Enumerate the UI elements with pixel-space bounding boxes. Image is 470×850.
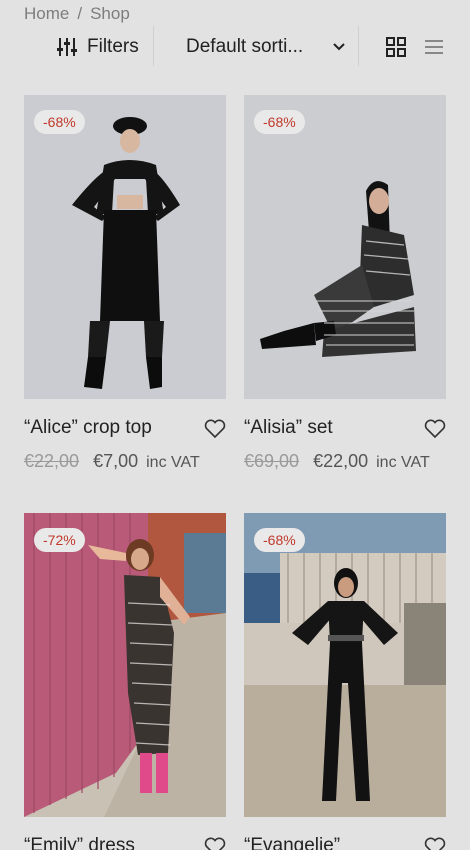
breadcrumb-separator: / bbox=[77, 4, 83, 23]
product-title[interactable]: “Emily” dress bbox=[24, 835, 135, 850]
chevron-down-icon bbox=[333, 43, 345, 51]
product-photo bbox=[24, 95, 226, 399]
sale-price: €7,00 bbox=[93, 451, 139, 471]
shop-toolbar: Filters Default sorti... bbox=[0, 26, 470, 68]
product-title[interactable]: “Alice” crop top bbox=[24, 417, 152, 439]
product-card[interactable]: -68% “Alice” crop top €22,00 €7,00 inc V… bbox=[24, 95, 226, 472]
sliders-icon bbox=[57, 38, 77, 56]
product-photo bbox=[24, 513, 226, 817]
breadcrumb-home-link[interactable]: Home bbox=[24, 4, 69, 24]
product-photo bbox=[244, 513, 446, 817]
grid-icon bbox=[386, 37, 406, 57]
product-image[interactable]: -68% bbox=[244, 513, 446, 817]
filters-button[interactable]: Filters bbox=[56, 34, 139, 60]
breadcrumb: Home / Shop bbox=[24, 4, 130, 24]
heart-icon[interactable] bbox=[204, 837, 226, 850]
list-icon bbox=[425, 40, 443, 54]
vat-label: inc VAT bbox=[146, 454, 200, 471]
heart-icon[interactable] bbox=[424, 837, 446, 850]
product-title[interactable]: “Alisia” set bbox=[244, 417, 333, 439]
product-card[interactable]: -72% “Emily” dress bbox=[24, 513, 226, 850]
product-card[interactable]: -68% “Alisia” set €69,00 €22,00 inc VAT bbox=[244, 95, 446, 472]
heart-icon[interactable] bbox=[204, 419, 226, 439]
product-photo bbox=[244, 95, 446, 399]
discount-badge: -68% bbox=[34, 110, 85, 134]
toolbar-divider bbox=[153, 26, 154, 66]
discount-badge: -68% bbox=[254, 110, 305, 134]
sale-price: €22,00 bbox=[313, 451, 369, 471]
list-view-button[interactable] bbox=[424, 39, 444, 60]
product-image[interactable]: -72% bbox=[24, 513, 226, 817]
discount-badge: -72% bbox=[34, 528, 85, 552]
sort-dropdown[interactable]: Default sorti... bbox=[186, 34, 346, 60]
product-title[interactable]: “Evangelie” bbox=[244, 835, 340, 850]
product-image[interactable]: -68% bbox=[24, 95, 226, 399]
sort-label: Default sorti... bbox=[186, 36, 304, 57]
breadcrumb-current: Shop bbox=[90, 4, 130, 23]
product-image[interactable]: -68% bbox=[244, 95, 446, 399]
discount-badge: -68% bbox=[254, 528, 305, 552]
grid-view-button[interactable] bbox=[386, 37, 406, 62]
vat-label: inc VAT bbox=[376, 454, 430, 471]
filters-label: Filters bbox=[87, 36, 139, 57]
heart-icon[interactable] bbox=[424, 419, 446, 439]
old-price: €69,00 bbox=[244, 451, 300, 471]
old-price: €22,00 bbox=[24, 451, 80, 471]
product-card[interactable]: -68% “Evangelie” bbox=[244, 513, 446, 850]
toolbar-divider bbox=[358, 26, 359, 66]
